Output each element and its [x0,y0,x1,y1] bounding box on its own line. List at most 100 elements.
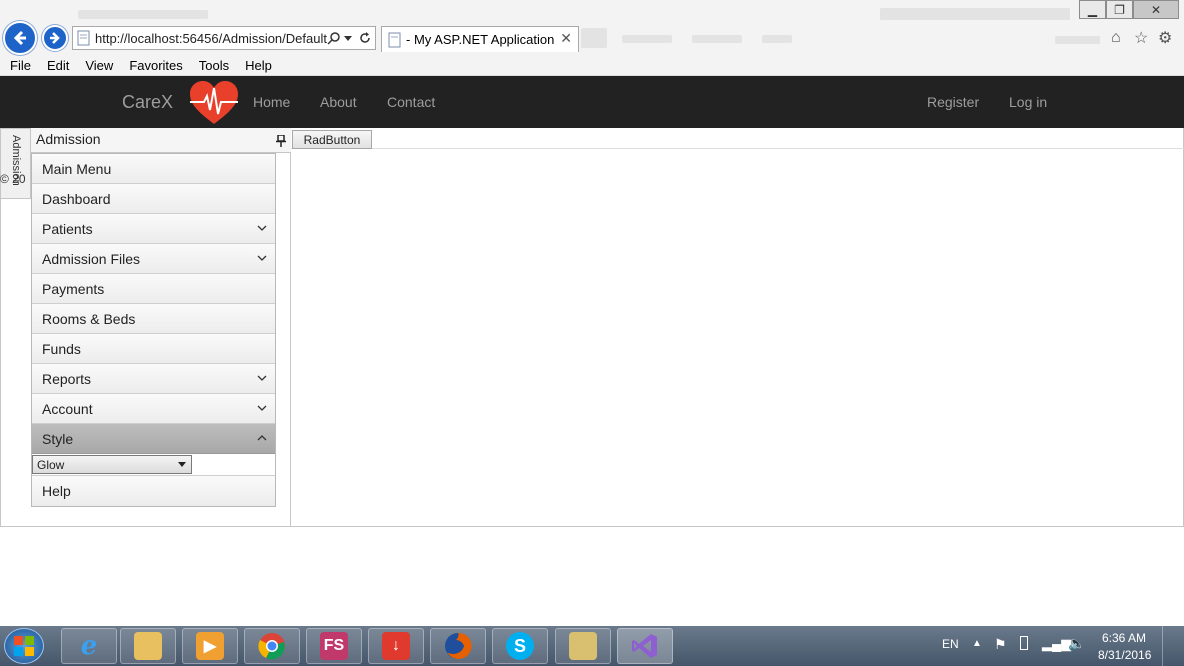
heart-logo-icon [190,81,238,124]
browser-tab[interactable]: - My ASP.NET Application ✕ [381,26,579,52]
panelbar-item-dashboard[interactable]: Dashboard [32,184,275,214]
pin-icon[interactable] [276,135,286,147]
panelbar-item-label: Patients [42,220,93,237]
nav-about[interactable]: About [320,94,357,110]
admission-vertical-tab[interactable]: Admission [0,128,31,199]
panelbar-item-admission-files[interactable]: Admission Files [32,244,275,274]
taskbar-explorer[interactable] [120,628,176,664]
panelbar-item-main-menu[interactable]: Main Menu [32,154,275,184]
taskbar-chrome[interactable] [244,628,300,664]
blurred-search-box [880,8,1070,20]
favorites-star-icon[interactable]: ☆ [1134,28,1148,48]
panelbar-item-style[interactable]: Style [32,424,275,454]
tab-close-icon[interactable]: ✕ [560,30,572,47]
menu-edit[interactable]: Edit [47,58,69,73]
panelbar-item-funds[interactable]: Funds [32,334,275,364]
back-button[interactable] [3,21,37,55]
panelbar-item-label: Funds [42,340,81,357]
menu-file[interactable]: File [10,58,31,73]
page-icon [77,30,90,46]
network-signal-icon[interactable]: ▂▄▆ [1042,636,1071,652]
blurred-tab [762,35,792,43]
visual-studio-icon [632,634,657,658]
taskbar-fs[interactable]: FS [306,628,362,664]
panelbar-item-label: Main Menu [42,160,112,177]
windows-taskbar: e ▶ FS ↓ S EN ▲ ⚑ ▂▄▆ 🔈 6:36 AM 8/31/201… [0,626,1184,666]
site-navbar: CareX Home About Contact Register Log in [0,76,1184,128]
file-explorer-icon [134,632,162,660]
battery-icon[interactable] [1020,636,1028,650]
language-indicator[interactable]: EN [942,637,959,651]
panelbar-item-label: Account [42,400,93,417]
menu-view[interactable]: View [85,58,113,73]
forward-button[interactable] [42,25,68,51]
taskbar-ie[interactable]: e [61,628,117,664]
minimize-button[interactable]: ▁ [1079,0,1106,19]
taskbar-firefox[interactable] [430,628,486,664]
volume-icon[interactable]: 🔈 [1068,635,1085,652]
panelbar-item-reports[interactable]: Reports [32,364,275,394]
windows-logo-icon [14,636,34,656]
copyright-text: © 20 [0,172,26,186]
brand-name[interactable]: CareX [122,92,173,113]
nav-contact[interactable]: Contact [387,94,435,110]
forward-arrow-icon [50,32,60,44]
chevron-down-icon [257,405,267,411]
panelbar-item-label: Reports [42,370,92,387]
clock-time[interactable]: 6:36 AM [1102,631,1146,645]
nav-register[interactable]: Register [927,94,979,110]
show-desktop-button[interactable] [1162,626,1184,666]
tool-icon [569,632,597,660]
content-divider [291,148,1184,149]
taskbar-tool[interactable] [555,628,611,664]
media-player-icon: ▶ [196,632,224,660]
ie-icon: e [80,631,98,661]
style-dropdown-value: Glow [37,457,65,472]
menu-help[interactable]: Help [245,58,272,73]
panelbar-item-label: Help [42,483,71,499]
panelbar-item-help[interactable]: Help [32,476,275,506]
search-icon[interactable] [327,31,341,45]
panelbar-item-rooms-beds[interactable]: Rooms & Beds [32,304,275,334]
menu-tools[interactable]: Tools [199,58,229,73]
address-bar[interactable]: http://localhost:56456/Admission/Default [72,26,376,50]
start-button[interactable] [4,628,44,664]
blurred-title-text [78,10,208,19]
nav-home[interactable]: Home [253,94,290,110]
taskbar-skype[interactable]: S [492,628,548,664]
dropdown-arrow-icon[interactable] [344,36,352,42]
firefox-icon [445,632,472,659]
tray-expand-icon[interactable]: ▲ [972,638,982,649]
chevron-down-icon [257,255,267,261]
new-tab-button[interactable] [581,28,607,48]
pane-title: Admission [36,131,101,147]
fs-icon: FS [320,632,348,660]
tab-title: - My ASP.NET Application [406,32,555,47]
action-center-icon[interactable]: ⚑ [994,636,1007,653]
chevron-up-icon [257,435,267,441]
back-arrow-icon [13,30,26,46]
clock-date[interactable]: 8/31/2016 [1098,648,1151,662]
refresh-icon[interactable] [358,31,372,45]
panelbar-item-account[interactable]: Account [32,394,275,424]
download-icon: ↓ [382,632,410,660]
panelbar-item-label: Style [42,430,74,447]
rad-button[interactable]: RadButton [292,130,372,149]
taskbar-download[interactable]: ↓ [368,628,424,664]
panelbar-item-label: Dashboard [42,190,111,207]
close-window-button[interactable]: ✕ [1133,0,1179,19]
settings-gear-icon[interactable]: ⚙ [1158,28,1172,48]
browser-titlebar: http://localhost:56456/Admission/Default… [0,0,1184,56]
nav-login[interactable]: Log in [1009,94,1047,110]
panel-bar: Main Menu Dashboard Patients Admission F… [31,153,276,507]
home-icon[interactable]: ⌂ [1111,29,1121,47]
menu-favorites[interactable]: Favorites [129,58,182,73]
taskbar-visual-studio[interactable] [617,628,673,664]
tab-page-icon [388,32,401,47]
admission-pane: Admission Main Menu Dashboard Patients A… [31,128,291,527]
style-dropdown[interactable]: Glow [32,455,192,474]
panelbar-item-patients[interactable]: Patients [32,214,275,244]
restore-button[interactable]: ❐ [1106,0,1133,19]
taskbar-media[interactable]: ▶ [182,628,238,664]
panelbar-item-payments[interactable]: Payments [32,274,275,304]
